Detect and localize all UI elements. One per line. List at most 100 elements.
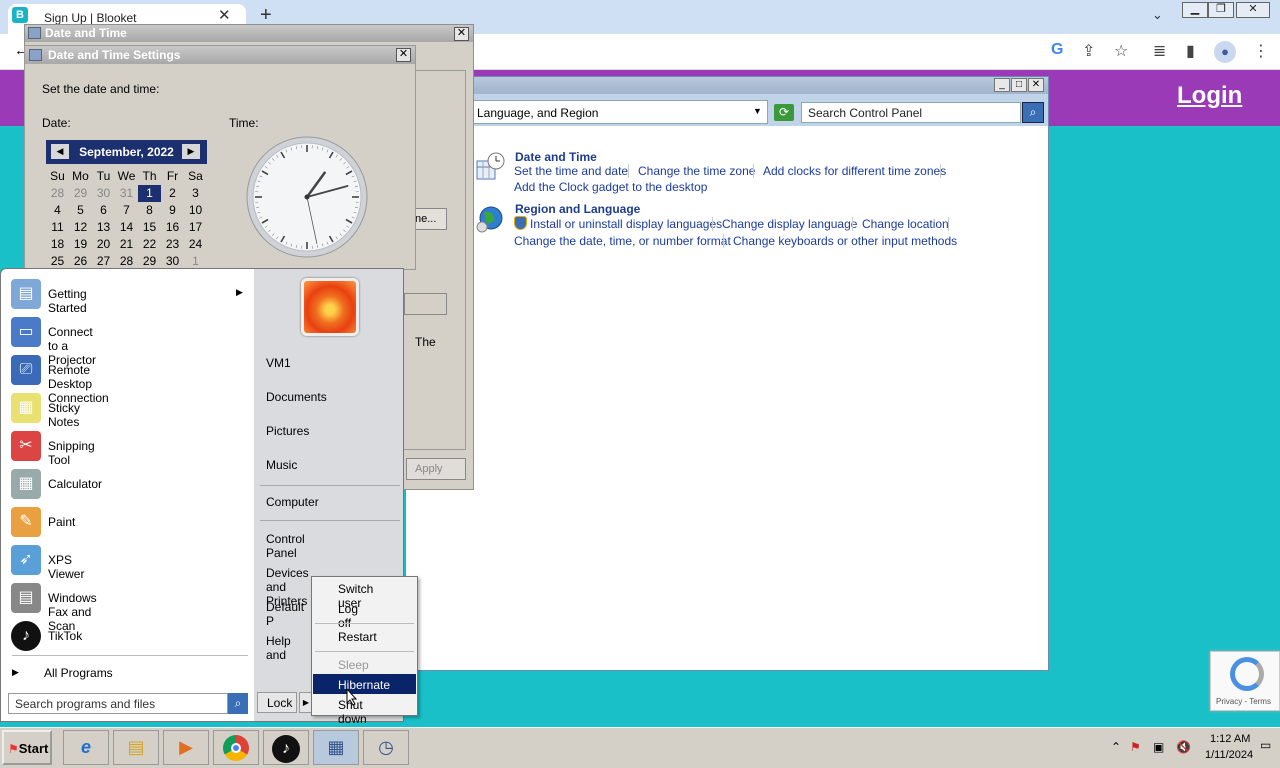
cp-link-clock-gadget[interactable]: Add the Clock gadget to the desktop xyxy=(514,180,707,194)
cp-search-input[interactable]: Search Control Panel xyxy=(801,102,1021,123)
tiktok-icon[interactable]: ♪ xyxy=(263,730,309,765)
apply-button[interactable]: Apply xyxy=(406,458,466,480)
action-center-icon[interactable]: ⚑ xyxy=(1130,740,1141,754)
lock-button[interactable]: Lock xyxy=(257,692,297,713)
refresh-icon[interactable]: ⟳ xyxy=(774,104,794,121)
calendar-day[interactable]: 11 xyxy=(46,219,69,236)
google-icon[interactable]: G xyxy=(1051,41,1063,59)
share-icon[interactable]: ⇪ xyxy=(1082,41,1095,61)
calendar-day[interactable]: 3 xyxy=(184,185,207,202)
restore-icon[interactable]: ❐ xyxy=(1208,2,1234,18)
tab-close-icon[interactable]: ✕ xyxy=(218,6,231,24)
calendar-day[interactable]: 12 xyxy=(69,219,92,236)
bookmark-star-icon[interactable]: ☆ xyxy=(1114,41,1128,61)
calendar-day[interactable]: 5 xyxy=(69,202,92,219)
control-panel-taskbar-icon[interactable]: ▦ xyxy=(313,730,359,765)
chrome-icon[interactable] xyxy=(213,730,259,765)
user-avatar[interactable] xyxy=(301,278,359,336)
calendar-day[interactable]: 1 xyxy=(138,185,161,202)
calendar-day[interactable]: 7 xyxy=(115,202,138,219)
all-programs[interactable]: All Programs xyxy=(44,666,113,680)
dialog-close-icon[interactable]: ✕ xyxy=(454,27,469,41)
settings-close-icon[interactable]: ✕ xyxy=(396,48,411,62)
cp-heading-region-language[interactable]: Region and Language xyxy=(515,202,640,216)
file-explorer-icon[interactable]: ▤ xyxy=(113,730,159,765)
side-panel-icon[interactable]: ▮ xyxy=(1186,41,1195,61)
program-item[interactable]: Sticky Notes xyxy=(48,401,80,429)
taskbar-date[interactable]: 1/11/2024 xyxy=(1205,749,1253,761)
cp-link-date-format[interactable]: Change the date, time, or number format xyxy=(514,234,731,248)
power-menu-item[interactable]: Log off xyxy=(338,602,358,630)
internet-explorer-icon[interactable]: e xyxy=(63,730,109,765)
power-menu-item[interactable]: Restart xyxy=(338,630,377,644)
date-time-dialog-title[interactable]: Date and Time xyxy=(25,25,473,42)
close-window-icon[interactable]: ✕ xyxy=(1236,2,1270,18)
submenu-arrow-icon[interactable]: ▶ xyxy=(236,287,243,298)
calendar-day[interactable]: 20 xyxy=(92,236,115,253)
program-item[interactable]: Paint xyxy=(48,515,75,529)
places-item[interactable]: Documents xyxy=(266,390,327,404)
calendar-day[interactable]: 21 xyxy=(115,236,138,253)
login-link[interactable]: Login xyxy=(1177,82,1242,110)
start-search-input[interactable]: Search programs and files xyxy=(8,693,228,714)
minimize-icon[interactable]: ▁ xyxy=(1182,2,1208,18)
calendar-day[interactable]: 30 xyxy=(92,185,115,202)
calendar-day[interactable]: 31 xyxy=(115,185,138,202)
cp-link-keyboards[interactable]: Change keyboards or other input methods xyxy=(733,234,957,248)
calendar-day[interactable]: 10 xyxy=(184,202,207,219)
program-item[interactable]: Calculator xyxy=(48,477,102,491)
calendar-day[interactable]: 9 xyxy=(161,202,184,219)
calendar-day[interactable]: 15 xyxy=(138,219,161,236)
calendar-day[interactable]: 2 xyxy=(161,185,184,202)
places-item[interactable]: Pictures xyxy=(266,424,309,438)
program-item[interactable]: Remote Desktop Connection xyxy=(48,363,109,405)
media-player-icon[interactable]: ▶ xyxy=(163,730,209,765)
calendar-day[interactable]: 18 xyxy=(46,236,69,253)
places-item[interactable]: Help and xyxy=(266,634,291,662)
cp-link-install-languages[interactable]: Install or uninstall display languages xyxy=(530,217,722,231)
tab-search-icon[interactable]: ⌄ xyxy=(1152,7,1163,23)
calendar-day[interactable]: 22 xyxy=(138,236,161,253)
calendar-day[interactable]: 28 xyxy=(46,185,69,202)
program-item[interactable]: Windows Fax and Scan xyxy=(48,591,97,633)
show-desktop-icon[interactable]: ▭ xyxy=(1260,738,1271,752)
calendar-day[interactable]: 8 xyxy=(138,202,161,219)
calendar-day[interactable]: 19 xyxy=(69,236,92,253)
cp-link-time-zone[interactable]: Change the time zone xyxy=(638,164,755,178)
calendar-day[interactable]: 13 xyxy=(92,219,115,236)
taskbar-time[interactable]: 1:12 AM xyxy=(1210,733,1250,745)
cp-link-display-language[interactable]: Change display language xyxy=(722,217,857,231)
program-item[interactable]: XPS Viewer xyxy=(48,553,84,581)
start-search-icon[interactable]: ⌕ xyxy=(228,693,248,714)
calendar-day[interactable]: 17 xyxy=(184,219,207,236)
network-icon[interactable]: ▣ xyxy=(1153,740,1164,754)
recaptcha-privacy-terms[interactable]: Privacy - Terms xyxy=(1216,697,1271,706)
date-time-taskbar-icon[interactable]: ◷ xyxy=(363,730,409,765)
calendar-day[interactable]: 24 xyxy=(184,236,207,253)
start-button[interactable]: ⚑Start xyxy=(2,730,52,765)
cp-minimize-icon[interactable]: _ xyxy=(994,78,1010,92)
program-item[interactable]: Snipping Tool xyxy=(48,439,95,467)
places-item[interactable]: Music xyxy=(266,458,297,472)
cp-link-set-time[interactable]: Set the time and date xyxy=(514,164,628,178)
places-item[interactable]: VM1 xyxy=(266,356,291,370)
tray-expand-icon[interactable]: ⌃ xyxy=(1111,740,1121,754)
control-panel-titlebar[interactable] xyxy=(406,77,1048,94)
cp-close-icon[interactable]: ✕ xyxy=(1028,78,1044,92)
calendar-day[interactable]: 16 xyxy=(161,219,184,236)
profile-avatar-icon[interactable]: ● xyxy=(1214,41,1236,63)
calendar-day[interactable]: 29 xyxy=(69,185,92,202)
calendar-day[interactable]: 14 xyxy=(115,219,138,236)
calendar-day[interactable]: 6 xyxy=(92,202,115,219)
cp-search-icon[interactable]: ⌕ xyxy=(1022,102,1044,123)
program-item[interactable]: Getting Started xyxy=(48,287,87,315)
places-item[interactable]: Control Panel xyxy=(266,532,305,560)
calendar-day[interactable]: 4 xyxy=(46,202,69,219)
reading-list-icon[interactable]: ≣ xyxy=(1153,41,1166,61)
date-time-settings-title[interactable]: Date and Time Settings xyxy=(25,46,415,64)
program-item[interactable]: TikTok xyxy=(48,629,82,643)
calendar-day[interactable]: 23 xyxy=(161,236,184,253)
menu-icon[interactable]: ⋮ xyxy=(1253,41,1269,61)
places-item[interactable]: Computer xyxy=(266,495,319,509)
program-item[interactable]: Connect to a Projector xyxy=(48,325,96,367)
